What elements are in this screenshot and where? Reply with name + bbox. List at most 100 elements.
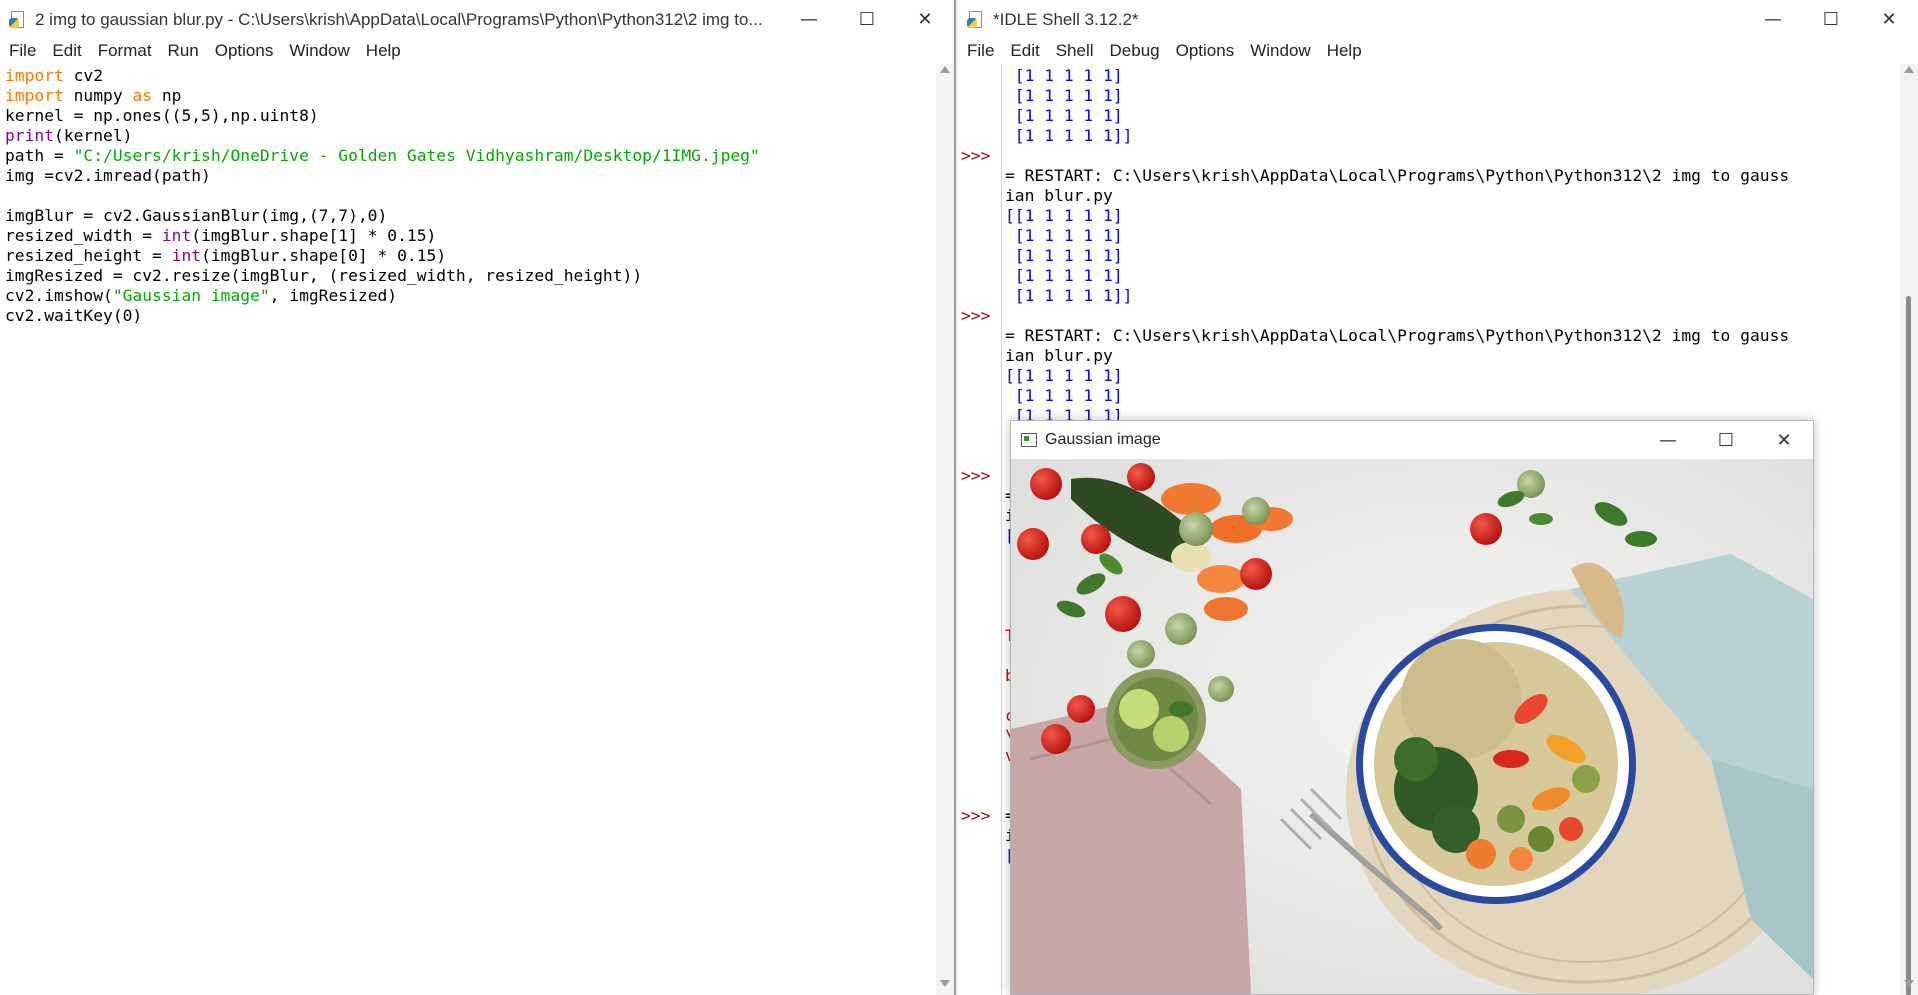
close-icon[interactable]: ✕ xyxy=(1755,421,1813,459)
menu-help[interactable]: Help xyxy=(359,39,407,63)
code-token: [1 1 1 1 1]] xyxy=(1005,126,1133,145)
code-line: kernel = np.ones((5,5),np.uint8) xyxy=(5,106,936,126)
shell-title: *IDLE Shell 3.12.2* xyxy=(993,9,1139,29)
minimize-icon[interactable]: — xyxy=(1744,0,1802,39)
code-token: [1 1 1 1 1] xyxy=(1005,106,1123,125)
code-token: cv2.waitKey(0) xyxy=(5,306,143,325)
code-token: (kernel) xyxy=(54,126,133,145)
code-token: imgResized = cv2.resize(imgBlur, (resize… xyxy=(5,266,643,285)
scroll-up-icon[interactable] xyxy=(1904,66,1914,73)
image-window-title: Gaussian image xyxy=(1045,431,1161,448)
code-line: print(kernel) xyxy=(5,126,936,146)
menu-file[interactable]: File xyxy=(960,39,1000,63)
shell-line: ian blur.py xyxy=(1005,346,1900,366)
menu-edit[interactable]: Edit xyxy=(45,39,87,63)
code-token: kernel = np.ones((5,5),np.uint8) xyxy=(5,106,319,125)
code-token: import xyxy=(5,66,64,85)
menu-debug[interactable]: Debug xyxy=(1103,39,1166,63)
shell-line: = RESTART: C:\Users\krish\AppData\Local\… xyxy=(1005,166,1900,186)
image-window-titlebar[interactable]: Gaussian image — ☐ ✕ xyxy=(1011,421,1813,459)
shell-titlebar[interactable]: *IDLE Shell 3.12.2* — ☐ ✕ xyxy=(958,0,1918,39)
code-token: (imgBlur.shape[0] * 0.15) xyxy=(201,246,447,265)
maximize-icon[interactable]: ☐ xyxy=(838,0,896,39)
code-token: ian blur.py xyxy=(1005,346,1113,365)
close-icon[interactable]: ✕ xyxy=(1860,0,1918,39)
shell-line: [1 1 1 1 1] xyxy=(1005,66,1900,86)
scroll-down-icon[interactable] xyxy=(1904,980,1914,987)
scroll-up-icon[interactable] xyxy=(940,66,950,73)
opencv-window-icon xyxy=(1021,433,1037,447)
code-token: int xyxy=(171,246,202,265)
menu-help[interactable]: Help xyxy=(1320,39,1368,63)
code-token: path = xyxy=(5,146,74,165)
editor-scrollbar[interactable] xyxy=(936,64,954,995)
code-token: (imgBlur.shape[1] * 0.15) xyxy=(191,226,437,245)
code-token: imgBlur = cv2.GaussianBlur(img,(7,7),0) xyxy=(5,206,388,225)
gutter-divider xyxy=(1001,64,1002,995)
code-token: int xyxy=(161,226,192,245)
editor-title: 2 img to gaussian blur.py - C:\Users\kri… xyxy=(35,9,763,29)
code-line: cv2.waitKey(0) xyxy=(5,306,936,326)
code-token: cv2 xyxy=(63,66,104,85)
menu-run[interactable]: Run xyxy=(161,39,205,63)
code-token: "C:/Users/krish/OneDrive - Golden Gates … xyxy=(73,146,760,165)
scrollbar-thumb[interactable] xyxy=(1906,296,1911,995)
python-file-icon xyxy=(9,10,27,29)
gaussian-image-window: Gaussian image — ☐ ✕ xyxy=(1010,420,1814,995)
code-line: resized_height = int(imgBlur.shape[0] * … xyxy=(5,246,936,266)
menu-options[interactable]: Options xyxy=(208,39,280,63)
code-token: [[1 1 1 1 1] xyxy=(1005,206,1123,225)
menu-window[interactable]: Window xyxy=(1243,39,1316,63)
shell-prompt: >>> xyxy=(961,146,991,165)
code-token: np xyxy=(152,86,182,105)
shell-line: [[1 1 1 1 1] xyxy=(1005,206,1900,226)
shell-line: [1 1 1 1 1]] xyxy=(1005,126,1900,146)
code-editor[interactable]: import cv2 import numpy as np kernel = np.… xyxy=(0,64,936,995)
shell-line: [1 1 1 1 1] xyxy=(1005,246,1900,266)
code-token: [1 1 1 1 1] xyxy=(1005,386,1123,405)
shell-prompt: >>> xyxy=(961,306,991,325)
code-token: [1 1 1 1 1]] xyxy=(1005,286,1133,305)
editor-titlebar[interactable]: 2 img to gaussian blur.py - C:\Users\kri… xyxy=(0,0,954,39)
menu-options[interactable]: Options xyxy=(1169,39,1241,63)
menu-file[interactable]: File xyxy=(2,39,42,63)
shell-line: ian blur.py xyxy=(1005,186,1900,206)
menu-shell[interactable]: Shell xyxy=(1049,39,1100,63)
minimize-icon[interactable]: — xyxy=(780,0,838,39)
shell-line: [[1 1 1 1 1] xyxy=(1005,366,1900,386)
code-token: [1 1 1 1 1] xyxy=(1005,266,1123,285)
maximize-icon[interactable]: ☐ xyxy=(1802,0,1860,39)
code-line: import numpy as np xyxy=(5,86,936,106)
code-line: cv2.imshow("Gaussian image", imgResized) xyxy=(5,286,936,306)
code-token: [[1 1 1 1 1] xyxy=(1005,366,1123,385)
close-icon[interactable]: ✕ xyxy=(896,0,954,39)
menu-format[interactable]: Format xyxy=(91,39,158,63)
code-token: [1 1 1 1 1] xyxy=(1005,226,1123,245)
code-line: resized_width = int(imgBlur.shape[1] * 0… xyxy=(5,226,936,246)
code-token: cv2.imshow( xyxy=(5,286,113,305)
shell-scrollbar[interactable] xyxy=(1900,64,1918,995)
scroll-down-icon[interactable] xyxy=(940,980,950,987)
code-line: imgBlur = cv2.GaussianBlur(img,(7,7),0) xyxy=(5,206,936,226)
code-token: resized_height = xyxy=(5,246,172,265)
code-token: ian blur.py xyxy=(1005,186,1113,205)
menu-window[interactable]: Window xyxy=(282,39,355,63)
code-token: numpy xyxy=(63,86,133,105)
code-token: , imgResized) xyxy=(269,286,398,305)
code-token: img =cv2.imread(path) xyxy=(5,166,211,185)
code-token: as xyxy=(132,86,153,105)
menu-edit[interactable]: Edit xyxy=(1003,39,1045,63)
shell-line: [1 1 1 1 1] xyxy=(1005,266,1900,286)
shell-menubar: File Edit Shell Debug Options Window Hel… xyxy=(958,39,1918,63)
shell-line: = RESTART: C:\Users\krish\AppData\Local\… xyxy=(1005,326,1900,346)
code-token: "Gaussian image" xyxy=(112,286,270,305)
shell-line: [1 1 1 1 1] xyxy=(1005,226,1900,246)
maximize-icon[interactable]: ☐ xyxy=(1697,421,1755,459)
shell-line: [1 1 1 1 1] xyxy=(1005,106,1900,126)
minimize-icon[interactable]: — xyxy=(1639,421,1697,459)
code-token: resized_width = xyxy=(5,226,162,245)
code-token: [1 1 1 1 1] xyxy=(1005,86,1123,105)
food-bowl-photo xyxy=(1011,459,1813,994)
code-token: print xyxy=(5,126,55,145)
